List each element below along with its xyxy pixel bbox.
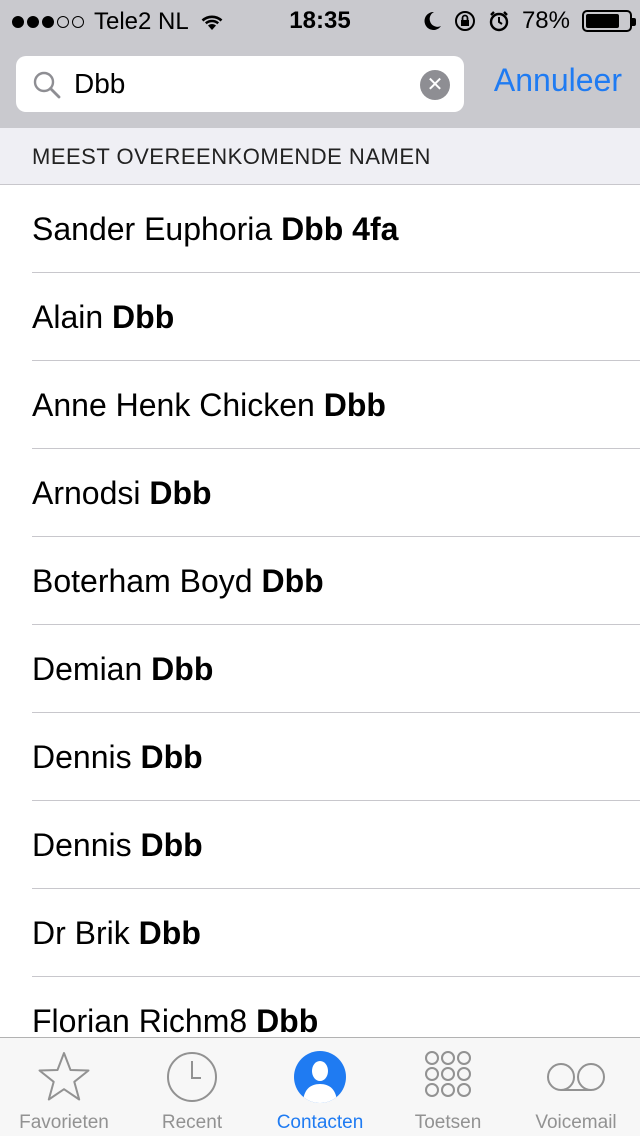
alarm-icon xyxy=(489,11,509,32)
tab-label: Toetsen xyxy=(414,1112,482,1133)
list-item[interactable]: Alain Dbb xyxy=(0,273,640,361)
contact-name: Demian Dbb xyxy=(32,651,213,688)
list-item[interactable]: Demian Dbb xyxy=(0,625,640,713)
clock-icon xyxy=(167,1052,217,1102)
tab-icon-wrap xyxy=(0,1050,128,1104)
list-item[interactable]: Dr Brik Dbb xyxy=(0,889,640,977)
tab-favorieten[interactable]: Favorieten xyxy=(0,1038,128,1136)
contact-name-match: Dbb xyxy=(256,1003,319,1037)
list-item[interactable]: Anne Henk Chicken Dbb xyxy=(0,361,640,449)
tab-label: Favorieten xyxy=(19,1112,109,1133)
tab-label: Contacten xyxy=(276,1112,364,1133)
list-item[interactable]: Sander Euphoria Dbb 4fa xyxy=(0,185,640,273)
list-item[interactable]: Arnodsi Dbb xyxy=(0,449,640,537)
contact-name-match: Dbb xyxy=(323,387,386,423)
contact-name-rest: Arnodsi xyxy=(32,475,141,511)
contact-name-rest: Sander Euphoria xyxy=(32,211,273,247)
search-input[interactable] xyxy=(74,64,414,104)
section-header: MEEST OVEREENKOMENDE NAMEN xyxy=(0,128,640,185)
contact-name-rest: Dennis xyxy=(32,827,132,863)
tab-label: Voicemail xyxy=(535,1112,617,1133)
contact-name: Dennis Dbb xyxy=(32,739,203,776)
cancel-button[interactable]: Annuleer xyxy=(494,62,622,99)
contact-name: Sander Euphoria Dbb 4fa xyxy=(32,211,398,248)
contact-name-rest: Dr Brik xyxy=(32,915,130,951)
contact-name-rest: Alain xyxy=(32,299,104,335)
search-icon xyxy=(33,71,61,99)
contact-name: Dr Brik Dbb xyxy=(32,915,201,952)
contact-name: Alain Dbb xyxy=(32,299,174,336)
search-header: Tele2 NL 18:35 78% Dbb ✕ Annuleer xyxy=(0,0,640,128)
search-field[interactable]: ✕ xyxy=(16,56,464,112)
list-item[interactable]: Dennis Dbb xyxy=(0,713,640,801)
contact-name-rest: Boterham Boyd xyxy=(32,563,253,599)
clear-search-button[interactable]: ✕ xyxy=(420,70,450,100)
tab-icon-wrap xyxy=(384,1050,512,1104)
tab-recent[interactable]: Recent xyxy=(128,1038,256,1136)
battery-nub xyxy=(632,18,636,26)
results-list: Sander Euphoria Dbb 4fa Alain Dbb Anne H… xyxy=(0,185,640,1037)
contact-name: Anne Henk Chicken Dbb xyxy=(32,387,386,424)
keypad-icon xyxy=(425,1051,471,1097)
contact-icon xyxy=(294,1051,346,1103)
list-item[interactable]: Boterham Boyd Dbb xyxy=(0,537,640,625)
tab-voicemail[interactable]: Voicemail xyxy=(512,1038,640,1136)
contact-name-match: Dbb xyxy=(140,827,203,863)
tab-label: Recent xyxy=(161,1112,223,1133)
tab-contacten[interactable]: Contacten xyxy=(256,1038,384,1136)
tab-icon-wrap xyxy=(512,1050,640,1104)
contact-name-match: Dbb xyxy=(149,475,212,511)
tab-icon-wrap xyxy=(256,1050,384,1104)
tab-toetsen[interactable]: Toetsen xyxy=(384,1038,512,1136)
contact-name: Boterham Boyd Dbb xyxy=(32,563,324,600)
moon-icon xyxy=(424,11,441,30)
status-right: 78% xyxy=(422,7,636,35)
list-item[interactable]: Florian Richm8 Dbb xyxy=(0,977,640,1037)
section-header-label: MEEST OVEREENKOMENDE NAMEN xyxy=(32,144,431,169)
contact-name-rest: Demian xyxy=(32,651,143,687)
contact-name: Dennis Dbb xyxy=(32,827,203,864)
battery-fill xyxy=(586,14,619,28)
voicemail-icon xyxy=(547,1063,605,1091)
contact-name-rest: Florian Richm8 xyxy=(32,1003,248,1037)
list-item[interactable]: Dennis Dbb xyxy=(0,801,640,889)
contact-name-match: Dbb xyxy=(261,563,324,599)
tab-icon-wrap xyxy=(128,1050,256,1104)
contact-name-match: Dbb xyxy=(112,299,175,335)
battery-icon xyxy=(582,10,636,32)
star-icon xyxy=(38,1052,90,1101)
contact-name-match: Dbb 4fa xyxy=(281,211,399,247)
contact-name: Florian Richm8 Dbb xyxy=(32,1003,318,1037)
contact-name-match: Dbb xyxy=(138,915,201,951)
tab-bar: Favorieten Recent Contacten Toetsen Voic… xyxy=(0,1037,640,1136)
contact-name-rest: Dennis xyxy=(32,739,132,775)
rotation-lock-icon xyxy=(454,11,475,31)
contact-name-match: Dbb xyxy=(140,739,203,775)
contact-name-match: Dbb xyxy=(151,651,214,687)
battery-percentage: 78% xyxy=(521,7,570,34)
status-bar: Tele2 NL 18:35 78% xyxy=(0,0,640,40)
contact-name-rest: Anne Henk Chicken xyxy=(32,387,315,423)
contact-name: Arnodsi Dbb xyxy=(32,475,212,512)
